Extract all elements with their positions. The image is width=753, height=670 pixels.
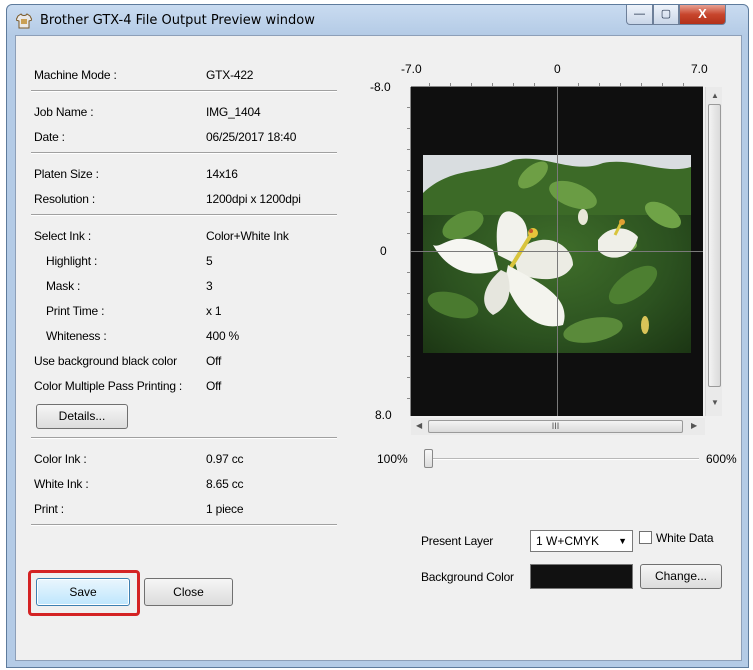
present-layer-select[interactable]: 1 W+CMYK ▼ bbox=[530, 530, 633, 552]
date-label: Date : bbox=[34, 130, 65, 144]
print-value: 1 piece bbox=[206, 502, 244, 516]
vertical-scrollbar[interactable]: ▲ ▼ bbox=[705, 87, 722, 416]
x-axis-mid-label: 0 bbox=[554, 62, 561, 76]
details-button[interactable]: Details... bbox=[36, 404, 128, 429]
platen-size-value: 14x16 bbox=[206, 167, 238, 181]
scroll-up-arrow-icon[interactable]: ▲ bbox=[711, 91, 719, 100]
white-data-label: White Data bbox=[656, 531, 714, 545]
y-axis-min-label: -8.0 bbox=[370, 80, 391, 94]
print-label: Print : bbox=[34, 502, 64, 516]
shirt-app-icon bbox=[16, 13, 32, 29]
use-bg-black-value: Off bbox=[206, 354, 222, 368]
background-color-swatch bbox=[530, 564, 633, 589]
color-ink-label: Color Ink : bbox=[34, 452, 87, 466]
x-axis-max-label: 7.0 bbox=[691, 62, 708, 76]
zoom-max-label: 600% bbox=[706, 452, 737, 466]
machine-mode-value: GTX-422 bbox=[206, 68, 254, 82]
platen-size-label: Platen Size : bbox=[34, 167, 99, 181]
color-multipass-value: Off bbox=[206, 379, 222, 393]
select-ink-label: Select Ink : bbox=[34, 229, 91, 243]
whiteness-value: 400 % bbox=[206, 329, 240, 343]
close-button[interactable]: Close bbox=[144, 578, 233, 606]
separator bbox=[31, 524, 337, 526]
window-title: Brother GTX-4 File Output Preview window bbox=[40, 13, 315, 28]
save-button[interactable]: Save bbox=[36, 578, 130, 606]
title-bar[interactable]: Brother GTX-4 File Output Preview window… bbox=[7, 5, 748, 35]
scroll-left-arrow-icon[interactable]: ◀ bbox=[416, 421, 422, 430]
center-horizontal-guide bbox=[411, 251, 703, 252]
date-value: 06/25/2017 18:40 bbox=[206, 130, 297, 144]
y-axis-mid-label: 0 bbox=[380, 244, 387, 258]
preview-canvas[interactable] bbox=[411, 87, 703, 416]
maximize-button[interactable]: ▢ bbox=[653, 5, 679, 25]
close-window-button[interactable]: X bbox=[679, 5, 726, 25]
minimize-button[interactable]: — bbox=[626, 5, 653, 25]
job-name-value: IMG_1404 bbox=[206, 105, 261, 119]
scroll-right-arrow-icon[interactable]: ▶ bbox=[691, 421, 697, 430]
resolution-value: 1200dpi x 1200dpi bbox=[206, 192, 301, 206]
change-color-button[interactable]: Change... bbox=[640, 564, 722, 589]
separator bbox=[31, 152, 337, 154]
present-layer-label: Present Layer bbox=[421, 534, 494, 548]
highlight-label: Highlight : bbox=[46, 254, 98, 268]
background-color-label: Background Color bbox=[421, 570, 514, 584]
horizontal-scrollbar[interactable]: ◀ III ▶ bbox=[411, 418, 705, 435]
mask-label: Mask : bbox=[46, 279, 81, 293]
scroll-down-arrow-icon[interactable]: ▼ bbox=[711, 398, 719, 407]
separator bbox=[31, 214, 337, 216]
whiteness-label: Whiteness : bbox=[46, 329, 107, 343]
separator bbox=[31, 437, 337, 439]
chevron-down-icon: ▼ bbox=[618, 536, 627, 546]
zoom-slider-track[interactable] bbox=[427, 458, 699, 460]
use-bg-black-label: Use background black color bbox=[34, 354, 177, 368]
color-ink-value: 0.97 cc bbox=[206, 452, 244, 466]
x-axis-min-label: -7.0 bbox=[401, 62, 422, 76]
resolution-label: Resolution : bbox=[34, 192, 95, 206]
white-data-checkbox[interactable] bbox=[639, 531, 652, 544]
present-layer-value: 1 W+CMYK bbox=[536, 534, 600, 548]
job-name-label: Job Name : bbox=[34, 105, 94, 119]
white-ink-label: White Ink : bbox=[34, 477, 89, 491]
preview-window: Brother GTX-4 File Output Preview window… bbox=[6, 4, 749, 668]
color-multipass-label: Color Multiple Pass Printing : bbox=[34, 379, 183, 393]
print-time-label: Print Time : bbox=[46, 304, 105, 318]
vertical-ruler bbox=[404, 87, 411, 416]
vertical-scroll-thumb[interactable] bbox=[708, 104, 721, 387]
zoom-slider-thumb[interactable] bbox=[424, 449, 433, 468]
client-area: Machine Mode : GTX-422 Job Name : IMG_14… bbox=[15, 35, 742, 661]
machine-mode-label: Machine Mode : bbox=[34, 68, 117, 82]
highlight-value: 5 bbox=[206, 254, 213, 268]
select-ink-value: Color+White Ink bbox=[206, 229, 289, 243]
print-time-value: x 1 bbox=[206, 304, 222, 318]
white-ink-value: 8.65 cc bbox=[206, 477, 244, 491]
mask-value: 3 bbox=[206, 279, 213, 293]
separator bbox=[31, 90, 337, 92]
horizontal-scroll-thumb[interactable]: III bbox=[428, 420, 683, 433]
zoom-min-label: 100% bbox=[377, 452, 408, 466]
horizontal-ruler bbox=[411, 80, 703, 87]
y-axis-max-label: 8.0 bbox=[375, 408, 392, 422]
